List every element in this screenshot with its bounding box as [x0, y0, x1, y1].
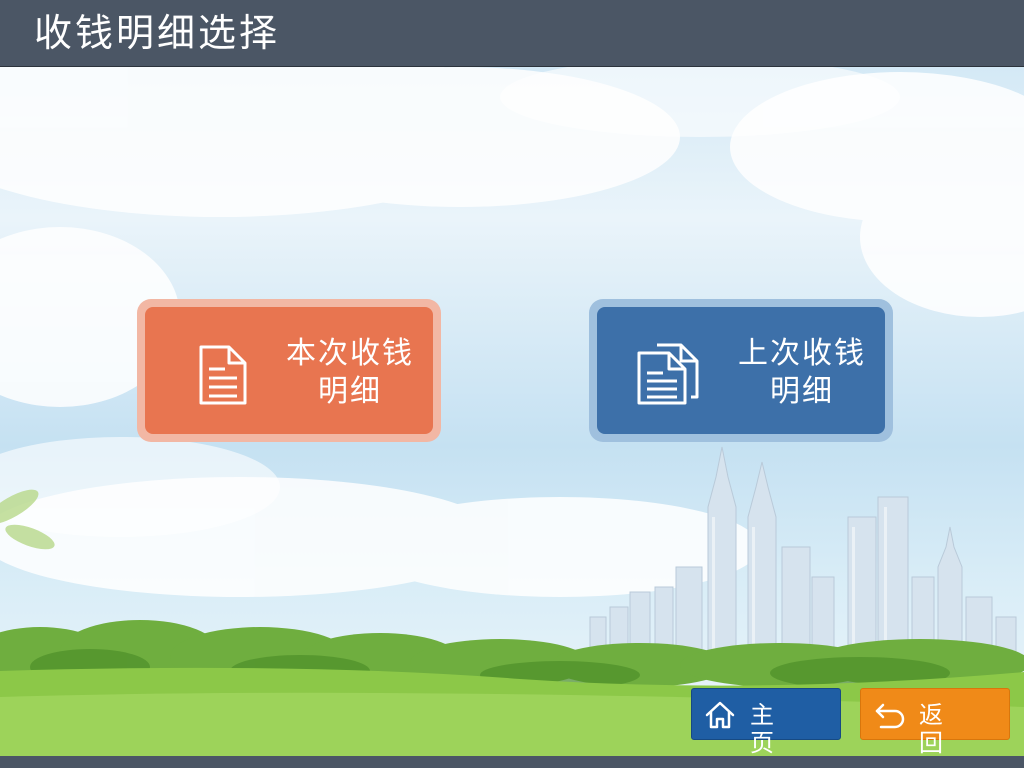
card-label: 上次收钱 明细	[727, 335, 877, 411]
back-button-label: 返回	[919, 701, 965, 757]
return-arrow-icon	[875, 703, 905, 729]
footer-strip	[0, 756, 1024, 768]
home-icon	[705, 701, 735, 729]
back-button[interactable]: 返回	[860, 688, 1010, 757]
home-button[interactable]: 主页	[691, 688, 841, 757]
card-label-line2: 明细	[318, 374, 382, 409]
document-icon	[199, 345, 247, 405]
previous-collection-details-button[interactable]: 上次收钱 明细	[597, 307, 885, 434]
current-collection-details-card[interactable]: 本次收钱 明细	[137, 299, 441, 442]
header-bar: 收钱明细选择	[0, 0, 1024, 67]
documents-icon	[637, 343, 699, 405]
page-title: 收钱明细选择	[34, 11, 281, 55]
card-label-line1: 上次收钱	[738, 336, 866, 371]
card-label-line1: 本次收钱	[286, 336, 414, 371]
home-button-label: 主页	[750, 701, 796, 757]
card-label: 本次收钱 明细	[275, 335, 425, 411]
current-collection-details-button[interactable]: 本次收钱 明细	[145, 307, 433, 434]
previous-collection-details-card[interactable]: 上次收钱 明细	[589, 299, 893, 442]
card-label-line2: 明细	[770, 374, 834, 409]
